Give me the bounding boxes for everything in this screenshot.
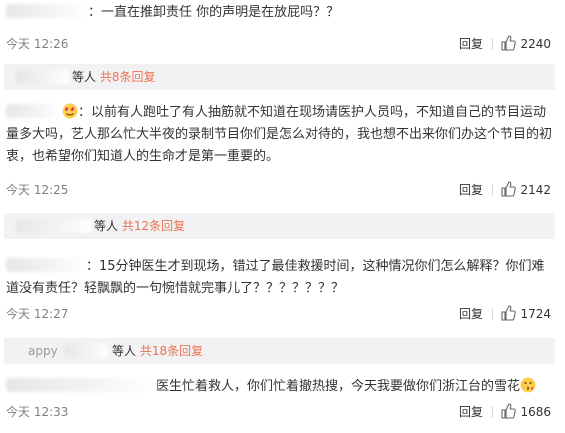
- comment-meta: 今天 12:27 回复 1724: [0, 304, 565, 324]
- comment-text: 医生忙着救人，你们忙着撤热搜，今天我要做你们浙江台的雪花: [6, 376, 555, 398]
- sub-replies-1[interactable]: 等人 共8条回复: [4, 64, 555, 90]
- timestamp: 今天 12:25: [6, 183, 69, 197]
- more-replies-link[interactable]: 共18条回复: [140, 344, 203, 358]
- partial-username: appy: [28, 344, 58, 358]
- thumbs-up-icon: [501, 181, 517, 197]
- like-button[interactable]: 1686: [500, 402, 551, 422]
- comment-content: ：15分钟医生才到现场，错过了最佳救援时间，这种情况你们怎么解释？你们难道没有责…: [6, 259, 545, 296]
- sub-replies-prefix: 等人: [112, 344, 137, 358]
- like-count: 2240: [520, 37, 551, 51]
- heart-eyes-emoji: [62, 103, 78, 119]
- timestamp: 今天 12:26: [6, 37, 69, 51]
- sub-replies-prefix: 等人: [72, 70, 97, 84]
- blurred-username: [6, 378, 156, 392]
- timestamp: 今天 12:33: [6, 405, 69, 419]
- blurred-username: [6, 258, 86, 272]
- like-button[interactable]: 1724: [500, 304, 551, 324]
- like-button[interactable]: 2240: [500, 34, 551, 54]
- comment-meta: 今天 12:33 回复 1686: [0, 402, 565, 422]
- comment-content: ：一直在推卸责任 你的声明是在放屁吗？？: [88, 5, 340, 20]
- sub-replies-label: 等人 共18条回复: [112, 338, 203, 364]
- divider: [492, 308, 493, 320]
- divider: [492, 406, 493, 418]
- divider: [492, 184, 493, 196]
- like-count: 1686: [520, 405, 551, 419]
- blurred-username: [16, 219, 92, 233]
- reply-button[interactable]: 回复: [459, 180, 483, 200]
- thumbs-up-icon: [501, 35, 517, 51]
- comment-text: ：15分钟医生才到现场，错过了最佳救援时间，这种情况你们怎么解释？你们难道没有责…: [6, 256, 555, 300]
- more-replies-link[interactable]: 共8条回复: [100, 70, 156, 84]
- timestamp: 今天 12:27: [6, 307, 69, 321]
- comment-meta: 今天 12:25 回复 2142: [0, 180, 565, 200]
- sub-replies-label: 等人 共8条回复: [72, 64, 155, 90]
- like-count: 1724: [520, 307, 551, 321]
- reply-button[interactable]: 回复: [459, 304, 483, 324]
- comment-meta: 今天 12:26 回复 2240: [0, 34, 565, 54]
- like-count: 2142: [520, 183, 551, 197]
- reply-button[interactable]: 回复: [459, 34, 483, 54]
- comment-text: ：一直在推卸责任 你的声明是在放屁吗？？: [6, 2, 555, 24]
- blurred-username: [64, 344, 108, 358]
- divider: [492, 38, 493, 50]
- reply-button[interactable]: 回复: [459, 402, 483, 422]
- more-replies-link[interactable]: 共12条回复: [122, 219, 185, 233]
- blurred-username: [6, 104, 62, 118]
- blurred-username: [6, 4, 88, 18]
- sub-replies-3[interactable]: appy 等人 共18条回复: [4, 338, 555, 364]
- comment-text: ：以前有人跑吐了有人抽筋就不知道在现场请医护人员吗，不知道自己的节目运动量多大吗…: [6, 102, 555, 168]
- sub-replies-2[interactable]: 等人 共12条回复: [4, 213, 555, 239]
- like-button[interactable]: 2142: [500, 180, 551, 200]
- kiss-emoji: [520, 377, 536, 393]
- thumbs-up-icon: [501, 403, 517, 419]
- comment-content: 医生忙着救人，你们忙着撤热搜，今天我要做你们浙江台的雪花: [156, 379, 521, 394]
- thumbs-up-icon: [501, 305, 517, 321]
- sub-replies-prefix: 等人: [94, 219, 119, 233]
- blurred-username: [16, 70, 70, 84]
- sub-replies-label: 等人 共12条回复: [94, 213, 185, 239]
- comment-content: ：以前有人跑吐了有人抽筋就不知道在现场请医护人员吗，不知道自己的节目运动量多大吗…: [6, 105, 553, 164]
